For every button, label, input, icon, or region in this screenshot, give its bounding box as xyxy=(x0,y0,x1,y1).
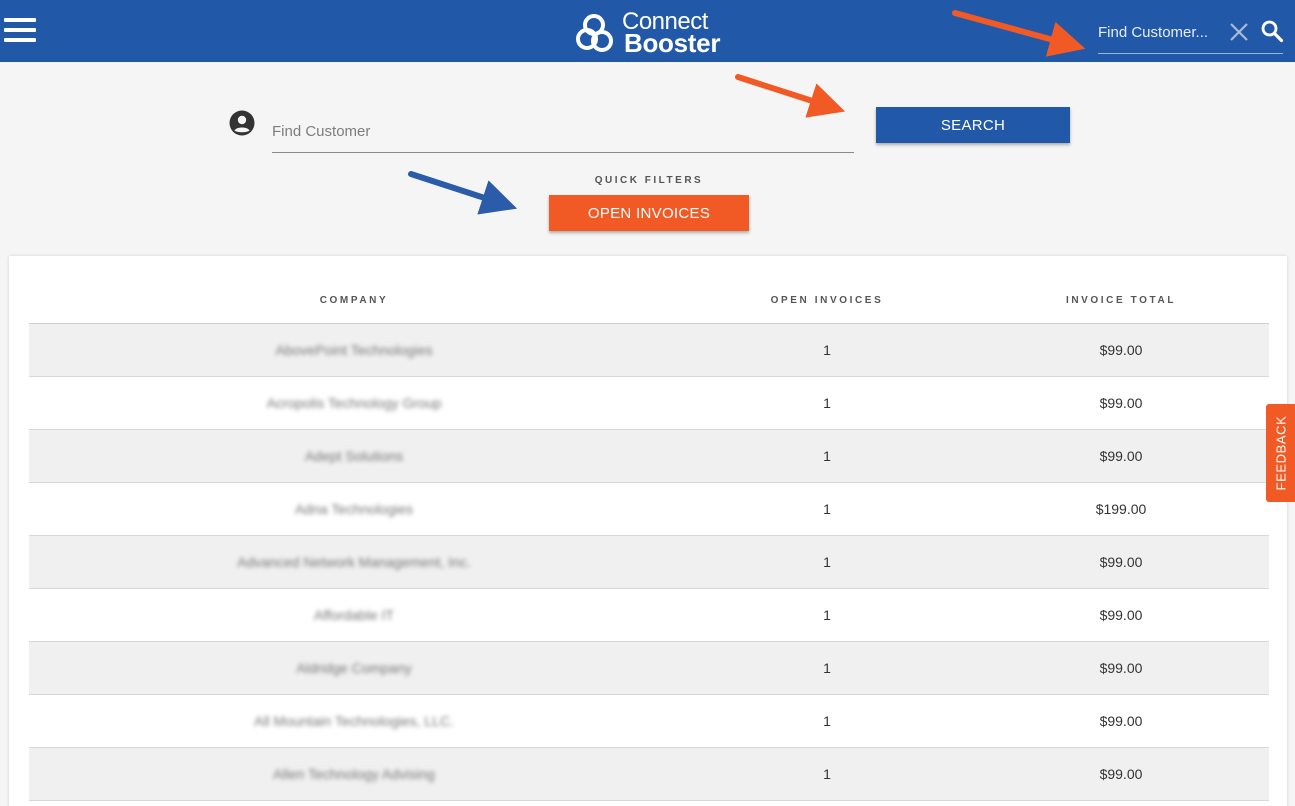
search-icon[interactable] xyxy=(1260,19,1284,43)
close-icon[interactable] xyxy=(1229,22,1249,42)
invoice-total-cell: $99.00 xyxy=(1099,554,1143,570)
table-row[interactable]: Affordable IT 1 $99.00 xyxy=(29,589,1269,642)
table-row[interactable]: AbovePoint Technologies 1 $99.00 xyxy=(29,324,1269,377)
open-invoices-cell: 1 xyxy=(823,660,831,676)
table-row[interactable]: All Mountain Technologies, LLC. 1 $99.00 xyxy=(29,695,1269,748)
find-customer-input[interactable] xyxy=(272,120,832,142)
header-search xyxy=(1098,12,1284,54)
open-invoices-cell: 1 xyxy=(823,501,831,517)
account-circle-icon xyxy=(229,110,255,136)
open-invoices-cell: 1 xyxy=(823,448,831,464)
open-invoices-cell: 1 xyxy=(823,395,831,411)
column-header-invoice-total[interactable]: INVOICE TOTAL xyxy=(1021,295,1221,306)
company-cell: Acropolis Technology Group xyxy=(266,395,442,411)
open-invoices-cell: 1 xyxy=(823,713,831,729)
company-cell: Affordable IT xyxy=(314,607,394,623)
company-cell: AbovePoint Technologies xyxy=(275,342,433,358)
invoice-total-cell: $99.00 xyxy=(1099,607,1143,623)
open-invoices-filter-button[interactable]: OPEN INVOICES xyxy=(549,195,749,231)
company-cell: Advanced Network Management, Inc. xyxy=(237,554,471,570)
company-cell: All Mountain Technologies, LLC. xyxy=(254,713,454,729)
customer-table-body: AbovePoint Technologies 1 $99.00 Acropol… xyxy=(29,324,1269,801)
column-header-open-invoices[interactable]: OPEN INVOICES xyxy=(727,295,927,306)
company-cell: Adept Solutions xyxy=(304,448,404,464)
feedback-label: FEEDBACK xyxy=(1273,415,1288,491)
open-invoices-cell: 1 xyxy=(823,554,831,570)
company-cell: Allen Technology Advising xyxy=(273,766,435,782)
invoice-total-cell: $99.00 xyxy=(1099,395,1143,411)
feedback-tab[interactable]: FEEDBACK xyxy=(1266,404,1295,502)
arrow-to-open-invoices xyxy=(408,171,518,215)
table-row[interactable]: Acropolis Technology Group 1 $99.00 xyxy=(29,377,1269,430)
table-row[interactable]: Advanced Network Management, Inc. 1 $99.… xyxy=(29,536,1269,589)
menu-icon[interactable] xyxy=(4,18,36,42)
table-row[interactable]: Adept Solutions 1 $99.00 xyxy=(29,430,1269,483)
table-row[interactable]: Allen Technology Advising 1 $99.00 xyxy=(29,748,1269,801)
logo-text-booster: Booster xyxy=(624,28,721,58)
invoice-total-cell: $99.00 xyxy=(1099,342,1143,358)
open-invoices-cell: 1 xyxy=(823,766,831,782)
connectbooster-logo[interactable]: Connect Booster xyxy=(574,6,734,56)
invoice-total-cell: $99.00 xyxy=(1099,448,1143,464)
top-app-bar: Connect Booster xyxy=(0,0,1295,62)
invoice-total-cell: $99.00 xyxy=(1099,713,1143,729)
invoice-total-cell: $99.00 xyxy=(1099,660,1143,676)
quick-filters-label: QUICK FILTERS xyxy=(594,175,704,186)
find-customer-field xyxy=(272,108,854,153)
invoice-total-cell: $99.00 xyxy=(1099,766,1143,782)
open-invoices-cell: 1 xyxy=(823,342,831,358)
header-search-input[interactable] xyxy=(1098,20,1228,44)
open-invoices-cell: 1 xyxy=(823,607,831,623)
column-header-company[interactable]: COMPANY xyxy=(29,295,679,306)
invoice-total-cell: $199.00 xyxy=(1095,501,1147,517)
company-cell: Adna Technologies xyxy=(294,501,414,517)
arrow-to-search-button xyxy=(735,74,846,118)
table-row[interactable]: Aldridge Company 1 $99.00 xyxy=(29,642,1269,695)
logo-icon xyxy=(576,14,613,52)
table-row[interactable]: Adna Technologies 1 $199.00 xyxy=(29,483,1269,536)
company-cell: Aldridge Company xyxy=(296,660,412,676)
search-button[interactable]: SEARCH xyxy=(876,107,1070,143)
